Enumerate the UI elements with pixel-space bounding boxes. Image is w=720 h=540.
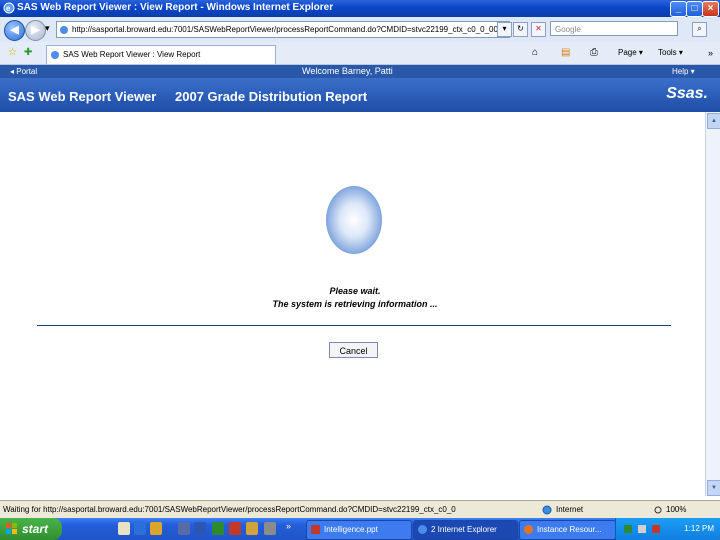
- svg-text:e: e: [6, 4, 11, 13]
- search-go-icon[interactable]: ⌕: [692, 22, 707, 37]
- quicklaunch-more[interactable]: »: [286, 521, 291, 531]
- toolbar-overflow-chevron[interactable]: »: [708, 46, 713, 60]
- forward-button[interactable]: ▶: [25, 20, 46, 41]
- start-label: start: [22, 522, 49, 536]
- vertical-scrollbar[interactable]: ▲ ▼: [705, 112, 720, 496]
- report-title: 2007 Grade Distribution Report: [175, 89, 368, 104]
- taskbar-item-firefox[interactable]: Instance Resour...: [519, 520, 616, 540]
- address-bar[interactable]: http://sasportal.broward.edu:7001/SASWeb…: [56, 21, 510, 38]
- status-bar: Waiting for http://sasportal.broward.edu…: [0, 500, 720, 519]
- quicklaunch-folder-icon[interactable]: [150, 522, 162, 535]
- taskbar-item-powerpoint[interactable]: Intelligence.ppt: [306, 520, 412, 540]
- windows-logo-icon: [6, 523, 17, 534]
- window-title-bar: e SAS Web Report Viewer : View Report - …: [0, 0, 720, 17]
- address-dropdown-button[interactable]: ▾: [497, 22, 512, 37]
- help-menu[interactable]: Help ▾: [672, 65, 695, 78]
- tools-menu[interactable]: Tools ▾: [658, 46, 683, 60]
- quicklaunch-word-icon[interactable]: [194, 522, 206, 535]
- zone-text: Internet: [556, 505, 584, 514]
- favorites-star-icon[interactable]: ☆: [8, 46, 17, 60]
- feeds-icon[interactable]: ▤: [561, 46, 570, 60]
- sas-logo: Ssas.: [666, 85, 708, 102]
- taskbar-item-label: 2 Internet Explorer: [431, 525, 497, 534]
- clock: 1:12 PM: [684, 524, 714, 533]
- app-header: SAS Web Report Viewer 2007 Grade Distrib…: [0, 78, 720, 112]
- quicklaunch-outlook-icon[interactable]: [246, 522, 258, 535]
- scroll-down-icon[interactable]: ▼: [707, 480, 720, 496]
- address-toolbar: ◀ ▶ ▾ http://sasportal.broward.edu:7001/…: [0, 17, 720, 43]
- quicklaunch-app-icon[interactable]: [178, 522, 190, 535]
- tray-app-icon[interactable]: [638, 524, 647, 533]
- internet-zone-icon: [542, 505, 552, 515]
- page-menu[interactable]: Page ▾: [618, 46, 643, 60]
- window-title: SAS Web Report Viewer : View Report - Wi…: [17, 2, 334, 13]
- close-window-button[interactable]: ×: [702, 1, 719, 17]
- taskbar-item-ie[interactable]: 2 Internet Explorer: [413, 520, 518, 540]
- recent-pages-dropdown[interactable]: ▾: [45, 23, 50, 34]
- portal-link[interactable]: ◂ Portal: [10, 65, 37, 78]
- app-name: SAS Web Report Viewer: [8, 89, 157, 104]
- zoom-icon: [654, 506, 662, 514]
- quicklaunch-ie-icon[interactable]: [134, 522, 146, 535]
- scroll-up-icon[interactable]: ▲: [707, 113, 720, 129]
- minimize-button[interactable]: _: [670, 1, 687, 17]
- search-input[interactable]: Google: [550, 21, 678, 36]
- tray-network-icon[interactable]: [624, 524, 632, 533]
- start-button[interactable]: start: [0, 518, 62, 540]
- internet-explorer-icon: e: [3, 2, 15, 14]
- add-favorites-icon[interactable]: ✚: [24, 46, 32, 60]
- system-tray: 1:12 PM: [615, 518, 720, 540]
- tab-page-icon: [51, 50, 59, 59]
- portal-bar: ◂ Portal Welcome Barney, Patti Help ▾: [0, 65, 720, 78]
- retrieving-info-text: The system is retrieving information ...: [272, 299, 438, 309]
- quicklaunch-excel-icon[interactable]: [212, 522, 224, 535]
- divider-line: [37, 325, 671, 326]
- back-button[interactable]: ◀: [4, 20, 25, 41]
- address-url: http://sasportal.broward.edu:7001/SASWeb…: [72, 25, 508, 34]
- powerpoint-icon: [311, 525, 320, 535]
- zoom-level[interactable]: 100%: [666, 501, 686, 519]
- quicklaunch-misc-icon[interactable]: [264, 522, 276, 535]
- ie-icon: [418, 525, 427, 535]
- home-icon[interactable]: ⌂: [532, 46, 538, 60]
- firefox-icon: [524, 525, 533, 535]
- please-wait-text: Please wait.: [329, 286, 381, 296]
- tab-toolbar: ☆ ✚ SAS Web Report Viewer : View Report …: [0, 42, 720, 65]
- maximize-button[interactable]: □: [686, 1, 703, 17]
- print-icon[interactable]: ⎙: [590, 46, 598, 60]
- taskbar: start » Intelligence.ppt 2 Internet Expl…: [0, 518, 720, 540]
- stop-icon[interactable]: ✕: [531, 22, 546, 37]
- tab-active[interactable]: SAS Web Report Viewer : View Report: [46, 45, 276, 64]
- tray-security-icon[interactable]: [652, 524, 661, 533]
- page-icon: [60, 25, 68, 34]
- cancel-button[interactable]: Cancel: [329, 342, 378, 358]
- quicklaunch-powerpoint-icon[interactable]: [229, 522, 241, 535]
- tab-title: SAS Web Report Viewer : View Report: [63, 50, 201, 59]
- quicklaunch-show-desktop-icon[interactable]: [118, 522, 130, 535]
- taskbar-item-label: Instance Resour...: [537, 525, 602, 534]
- status-text: Waiting for http://sasportal.broward.edu…: [3, 505, 456, 514]
- loading-spinner-icon: [326, 186, 382, 254]
- taskbar-item-label: Intelligence.ppt: [324, 525, 378, 534]
- welcome-text: Welcome Barney, Patti: [302, 66, 393, 76]
- refresh-icon[interactable]: ↻: [513, 22, 528, 37]
